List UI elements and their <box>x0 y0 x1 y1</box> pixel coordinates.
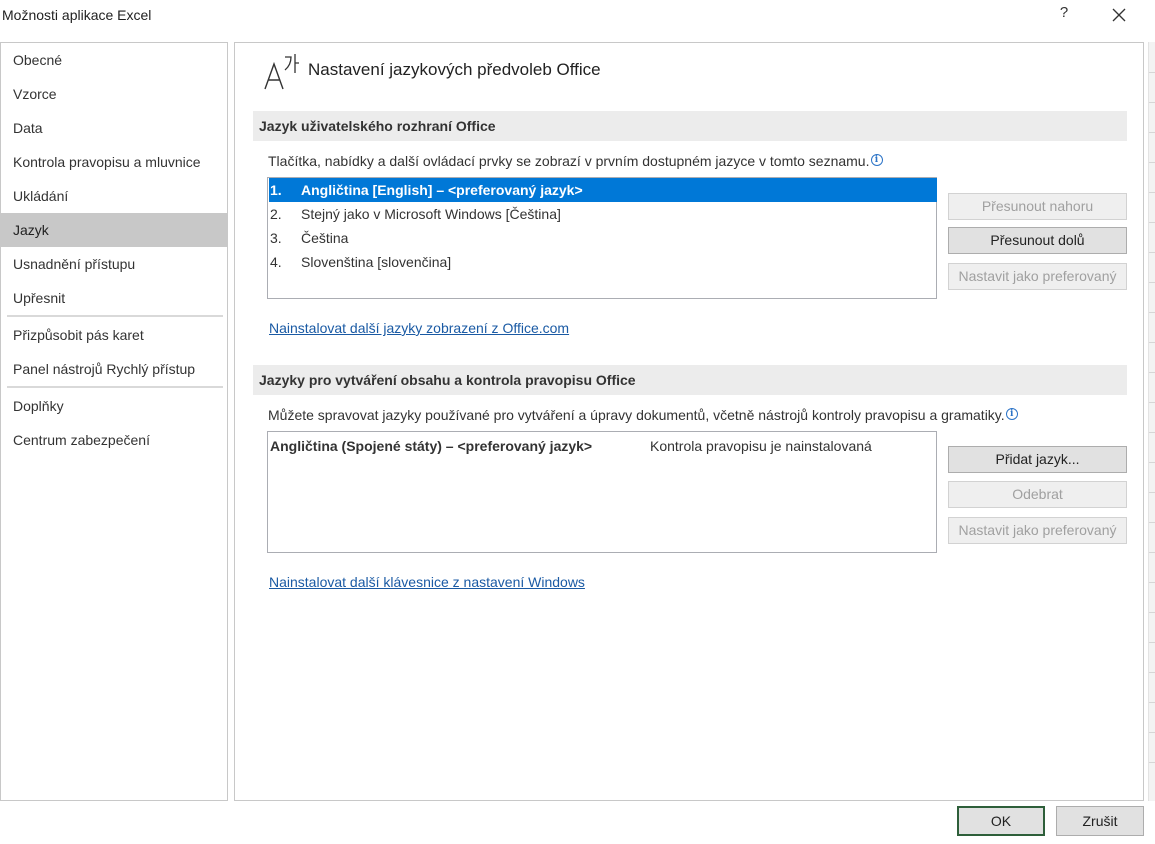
install-display-languages-link[interactable]: Nainstalovat další jazyky zobrazení z Of… <box>269 320 569 336</box>
list-item-number: 2. <box>270 206 282 222</box>
sidebar-item-customize-ribbon[interactable]: Přizpůsobit pás karet <box>1 318 227 352</box>
authoring-language-header: Jazyky pro vytváření obsahu a kontrola p… <box>253 365 1127 395</box>
sidebar-item-addins[interactable]: Doplňky <box>1 389 227 423</box>
list-item-label: Slovenština [slovenčina] <box>301 254 452 270</box>
list-item[interactable]: 4. Slovenština [slovenčina] <box>269 250 937 274</box>
sidebar-divider <box>7 315 223 317</box>
info-icon[interactable]: i <box>1005 408 1018 420</box>
list-item-label: Angličtina [English] – <preferovaný jazy… <box>301 182 583 198</box>
remove-button[interactable]: Odebrat <box>948 481 1127 508</box>
close-icon[interactable] <box>1108 4 1130 26</box>
main-panel: Nastavení jazykových předvoleb Office Ja… <box>234 42 1144 801</box>
language-icon <box>264 54 299 90</box>
list-item-status: Kontrola pravopisu je nainstalovaná <box>650 438 872 454</box>
sidebar-item-advanced[interactable]: Upřesnit <box>1 281 227 315</box>
add-language-button[interactable]: Přidat jazyk... <box>948 446 1127 473</box>
list-item-label: Angličtina (Spojené státy) – <preferovan… <box>270 438 593 454</box>
set-preferred-display-button[interactable]: Nastavit jako preferovaný <box>948 263 1127 290</box>
page-title: Nastavení jazykových předvoleb Office <box>308 60 601 79</box>
list-item[interactable]: 3. Čeština <box>269 226 937 250</box>
info-icon[interactable]: i <box>870 154 883 166</box>
sidebar: Obecné Vzorce Data Kontrola pravopisu a … <box>0 42 228 801</box>
ui-language-description-text: Tlačítka, nabídky a další ovládací prvky… <box>268 153 870 169</box>
move-down-button[interactable]: Přesunout dolů <box>948 227 1127 254</box>
help-button[interactable]: ? <box>1056 4 1072 26</box>
sidebar-divider <box>7 386 223 388</box>
list-item-number: 4. <box>270 254 282 270</box>
cancel-button[interactable]: Zrušit <box>1056 806 1144 836</box>
sidebar-item-proofing[interactable]: Kontrola pravopisu a mluvnice <box>1 145 227 179</box>
set-preferred-authoring-button[interactable]: Nastavit jako preferovaný <box>948 517 1127 544</box>
list-item-label: Stejný jako v Microsoft Windows [Čeština… <box>301 206 561 222</box>
ok-button[interactable]: OK <box>957 806 1045 836</box>
ui-language-list[interactable]: 1. Angličtina [English] – <preferovaný ja… <box>267 177 937 299</box>
list-item-number: 3. <box>270 230 282 246</box>
sidebar-item-trust-center[interactable]: Centrum zabezpečení <box>1 423 227 457</box>
background-grid <box>1148 42 1155 801</box>
sidebar-item-obecne[interactable]: Obecné <box>1 43 227 77</box>
sidebar-item-language[interactable]: Jazyk <box>1 213 227 247</box>
sidebar-item-accessibility[interactable]: Usnadnění přístupu <box>1 247 227 281</box>
window-title: Možnosti aplikace Excel <box>2 7 152 23</box>
title-bar: Možnosti aplikace Excel ? <box>0 0 1155 32</box>
ui-language-header: Jazyk uživatelského rozhraní Office <box>253 111 1127 141</box>
install-keyboards-link[interactable]: Nainstalovat další klávesnice z nastaven… <box>269 574 585 590</box>
sidebar-item-quick-access[interactable]: Panel nástrojů Rychlý přístup <box>1 352 227 386</box>
sidebar-item-save[interactable]: Ukládání <box>1 179 227 213</box>
list-item[interactable]: 1. Angličtina [English] – <preferovaný ja… <box>269 178 937 202</box>
authoring-language-description-text: Můžete spravovat jazyky používané pro vy… <box>268 407 1005 423</box>
authoring-language-description: Můžete spravovat jazyky používané pro vy… <box>268 407 1018 423</box>
move-up-button[interactable]: Přesunout nahoru <box>948 193 1127 220</box>
list-item[interactable]: Angličtina (Spojené státy) – <preferovan… <box>270 438 872 454</box>
sidebar-item-data[interactable]: Data <box>1 111 227 145</box>
list-item[interactable]: 2. Stejný jako v Microsoft Windows [Češti… <box>269 202 937 226</box>
authoring-language-list[interactable]: Angličtina (Spojené státy) – <preferovan… <box>267 431 937 553</box>
list-item-label: Čeština <box>301 230 349 246</box>
sidebar-item-vzorce[interactable]: Vzorce <box>1 77 227 111</box>
ui-language-description: Tlačítka, nabídky a další ovládací prvky… <box>268 153 883 169</box>
list-item-number: 1. <box>270 182 282 198</box>
